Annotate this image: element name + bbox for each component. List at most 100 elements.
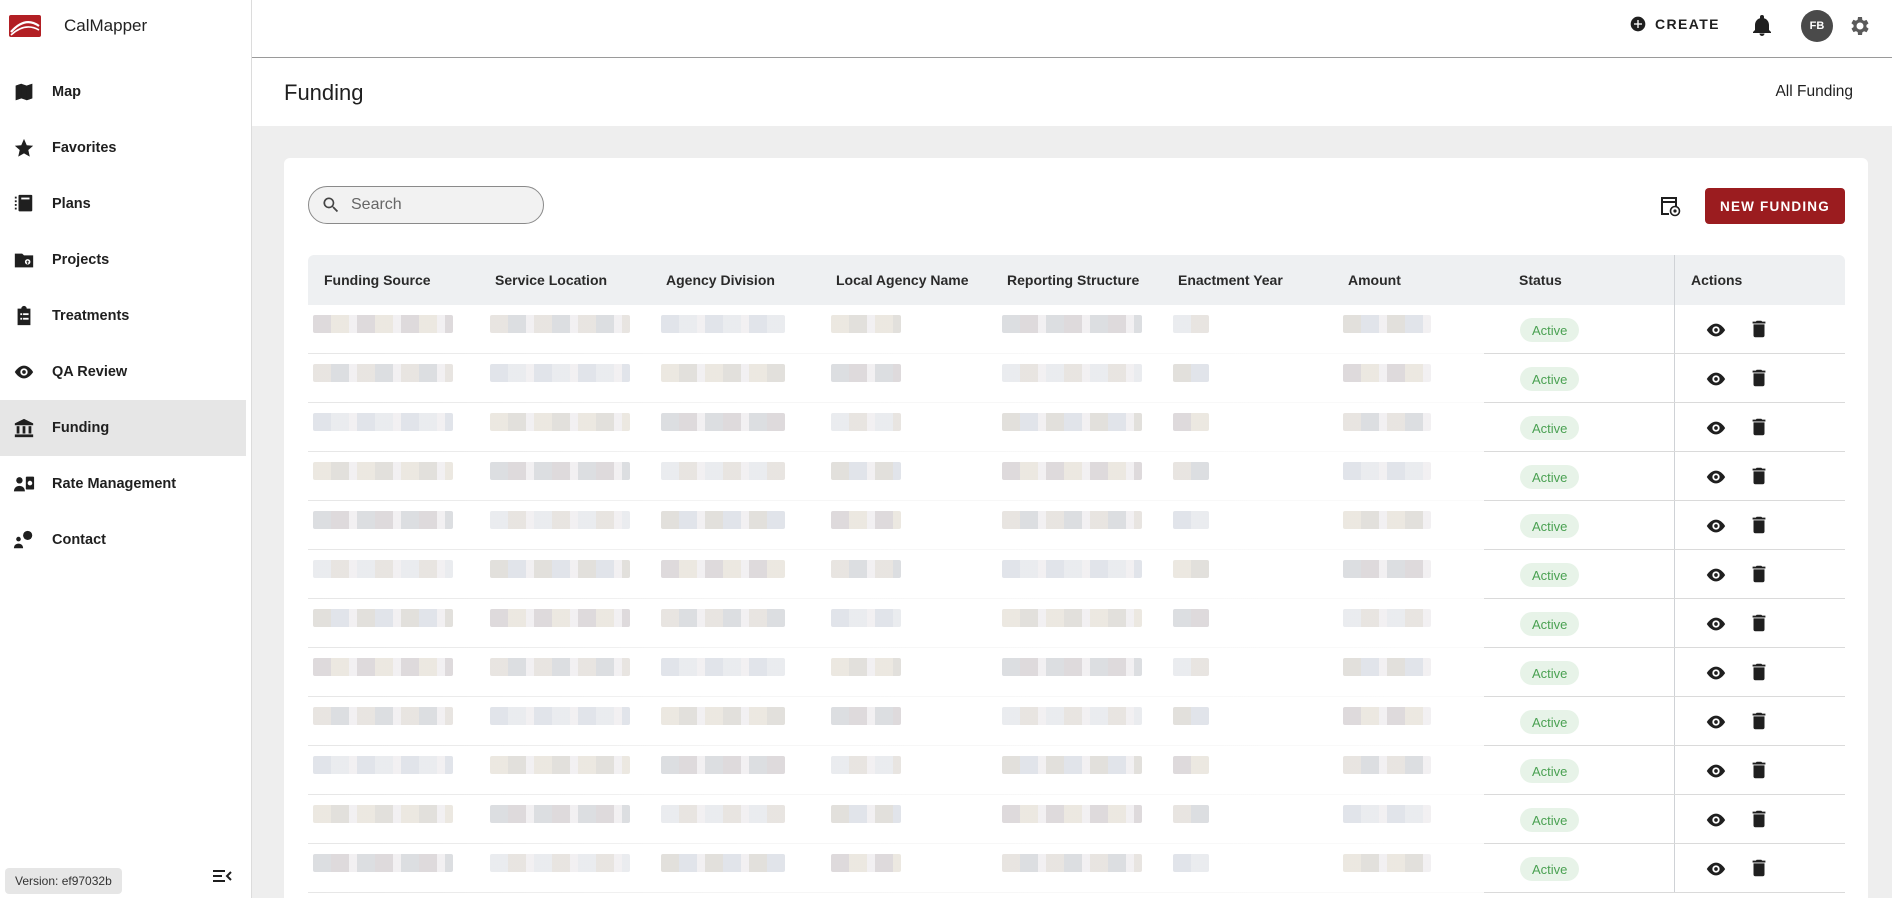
delete-trash-icon[interactable]	[1748, 465, 1770, 487]
sidebar-item-qa-review[interactable]: QA Review	[0, 344, 246, 400]
view-eye-icon[interactable]	[1705, 711, 1727, 733]
view-eye-icon[interactable]	[1705, 319, 1727, 341]
delete-trash-icon[interactable]	[1748, 563, 1770, 585]
table-row[interactable]: Active	[308, 697, 1845, 746]
table-row[interactable]: Active	[308, 501, 1845, 550]
sidebar-item-label: Contact	[52, 532, 106, 548]
redacted-cell	[1002, 315, 1142, 333]
redacted-cell	[313, 462, 453, 480]
column-header-status[interactable]: Status	[1519, 272, 1562, 288]
status-badge: Active	[1520, 563, 1580, 587]
redacted-cell	[1343, 315, 1431, 333]
redacted-cell	[490, 413, 630, 431]
view-eye-icon[interactable]	[1705, 564, 1727, 586]
table-row[interactable]: Active	[308, 746, 1845, 795]
delete-trash-icon[interactable]	[1748, 710, 1770, 732]
delete-trash-icon[interactable]	[1748, 857, 1770, 879]
actions-separator	[1674, 305, 1675, 354]
row-divider	[308, 892, 1484, 893]
table-row[interactable]: Active	[308, 403, 1845, 452]
view-eye-icon[interactable]	[1705, 515, 1727, 537]
search-field[interactable]	[308, 186, 544, 224]
view-eye-icon[interactable]	[1705, 858, 1727, 880]
column-header-enactment-year[interactable]: Enactment Year	[1178, 272, 1283, 288]
status-badge: Active	[1520, 612, 1580, 636]
status-badge: Active	[1520, 661, 1580, 685]
table-row[interactable]: Active	[308, 844, 1845, 893]
notifications-bell-icon[interactable]	[1750, 14, 1774, 38]
column-header-actions: Actions	[1691, 272, 1743, 288]
delete-trash-icon[interactable]	[1748, 318, 1770, 340]
table-row[interactable]: Active	[308, 550, 1845, 599]
sidebar-item-contact[interactable]: Contact	[0, 512, 246, 568]
sidebar-item-rate-management[interactable]: Rate Management	[0, 456, 246, 512]
column-header-agency-division[interactable]: Agency Division	[666, 272, 775, 288]
table-row[interactable]: Active	[308, 648, 1845, 697]
sidebar-item-plans[interactable]: Plans	[0, 176, 246, 232]
delete-trash-icon[interactable]	[1748, 514, 1770, 536]
column-header-reporting-structure[interactable]: Reporting Structure	[1007, 272, 1139, 288]
view-eye-icon[interactable]	[1705, 613, 1727, 635]
redacted-cell	[1343, 511, 1431, 529]
table-row[interactable]: Active	[308, 305, 1845, 354]
contact-icon	[12, 528, 36, 552]
sidebar-item-projects[interactable]: Projects	[0, 232, 246, 288]
star-icon	[12, 136, 36, 160]
page-header: Funding All Funding	[252, 58, 1892, 126]
column-header-local-agency-name[interactable]: Local Agency Name	[836, 272, 969, 288]
table-row[interactable]: Active	[308, 599, 1845, 648]
redacted-cell	[1173, 854, 1209, 872]
delete-trash-icon[interactable]	[1748, 416, 1770, 438]
column-header-funding-source[interactable]: Funding Source	[324, 272, 431, 288]
brand[interactable]: CalMapper	[0, 0, 251, 52]
sidebar-item-favorites[interactable]: Favorites	[0, 120, 246, 176]
avatar[interactable]: FB	[1801, 10, 1833, 42]
funding-table: Funding Source Service Location Agency D…	[308, 255, 1845, 893]
delete-trash-icon[interactable]	[1748, 759, 1770, 781]
status-badge: Active	[1520, 808, 1580, 832]
column-visibility-icon[interactable]	[1658, 194, 1682, 218]
column-header-service-location[interactable]: Service Location	[495, 272, 607, 288]
view-eye-icon[interactable]	[1705, 417, 1727, 439]
delete-trash-icon[interactable]	[1748, 661, 1770, 683]
table-row[interactable]: Active	[308, 452, 1845, 501]
sidebar-item-map[interactable]: Map	[0, 64, 246, 120]
view-eye-icon[interactable]	[1705, 662, 1727, 684]
delete-trash-icon[interactable]	[1748, 612, 1770, 634]
column-header-amount[interactable]: Amount	[1348, 272, 1401, 288]
redacted-cell	[1173, 756, 1209, 774]
delete-trash-icon[interactable]	[1748, 808, 1770, 830]
table-body: Active Active Active Active Active Active Acti…	[308, 305, 1845, 893]
redacted-cell	[1343, 658, 1431, 676]
view-eye-icon[interactable]	[1705, 466, 1727, 488]
redacted-cell	[661, 462, 785, 480]
redacted-cell	[313, 805, 453, 823]
sidebar-item-treatments[interactable]: Treatments	[0, 288, 246, 344]
table-row[interactable]: Active	[308, 795, 1845, 844]
redacted-cell	[1173, 560, 1209, 578]
redacted-cell	[313, 413, 453, 431]
new-funding-button[interactable]: NEW FUNDING	[1705, 188, 1845, 224]
redacted-cell	[1002, 511, 1142, 529]
search-icon	[323, 197, 339, 213]
search-input[interactable]	[351, 196, 531, 214]
redacted-cell	[831, 413, 901, 431]
breadcrumb[interactable]: All Funding	[1775, 83, 1853, 101]
view-eye-icon[interactable]	[1705, 760, 1727, 782]
delete-trash-icon[interactable]	[1748, 367, 1770, 389]
plans-icon	[12, 192, 36, 216]
app-name: CalMapper	[64, 16, 148, 35]
sidebar-item-funding[interactable]: Funding	[0, 400, 246, 456]
add-circle-icon	[1630, 16, 1646, 32]
gear-icon[interactable]	[1848, 14, 1872, 38]
table-row[interactable]: Active	[308, 354, 1845, 403]
collapse-sidebar-icon[interactable]	[210, 864, 234, 888]
create-button[interactable]: CREATE	[1630, 16, 1720, 32]
sidebar-item-label: Rate Management	[52, 476, 177, 492]
view-eye-icon[interactable]	[1705, 368, 1727, 390]
map-icon	[12, 80, 36, 104]
redacted-cell	[831, 658, 901, 676]
redacted-cell	[313, 315, 453, 333]
redacted-cell	[831, 462, 901, 480]
view-eye-icon[interactable]	[1705, 809, 1727, 831]
